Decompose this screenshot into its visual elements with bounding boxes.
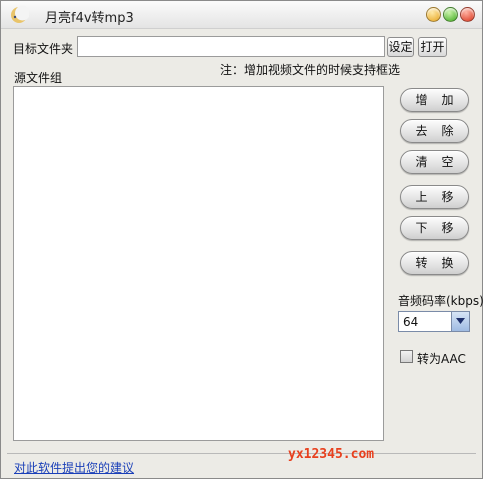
bitrate-label: 音频码率(kbps) <box>398 294 483 308</box>
bitrate-select[interactable]: 64 <box>398 311 470 332</box>
aac-checkbox[interactable] <box>400 350 413 363</box>
source-group-label: 源文件组 <box>14 71 63 85</box>
bitrate-value: 64 <box>403 315 419 329</box>
open-folder-button[interactable]: 打开 <box>418 37 447 57</box>
watermark-text: yx12345.com <box>288 447 375 462</box>
app-window: 月亮f4v转mp3 目标文件夹 设定 打开 注：增加视频文件的时候支持框选 源文… <box>0 0 483 479</box>
close-button[interactable] <box>460 7 475 22</box>
move-up-button[interactable]: 上移 <box>400 185 469 209</box>
add-button[interactable]: 增加 <box>400 88 469 112</box>
chevron-down-icon[interactable] <box>451 312 469 331</box>
aac-label: 转为AAC <box>417 352 466 366</box>
maximize-button[interactable] <box>443 7 458 22</box>
minimize-button[interactable] <box>426 7 441 22</box>
target-folder-input[interactable] <box>77 36 385 57</box>
target-folder-label: 目标文件夹 <box>13 42 74 56</box>
move-down-button[interactable]: 下移 <box>400 216 469 240</box>
note-text: 注：增加视频文件的时候支持框选 <box>220 63 401 77</box>
remove-button[interactable]: 去除 <box>400 119 469 143</box>
window-title: 月亮f4v转mp3 <box>45 11 134 26</box>
footer-divider <box>7 453 476 454</box>
source-file-list[interactable] <box>13 86 384 441</box>
set-folder-button[interactable]: 设定 <box>387 37 414 57</box>
title-bar[interactable]: 月亮f4v转mp3 <box>1 1 482 29</box>
moon-icon <box>9 5 30 25</box>
suggestion-link[interactable]: 对此软件提出您的建议 <box>14 459 134 476</box>
clear-button[interactable]: 清空 <box>400 150 469 174</box>
convert-button[interactable]: 转换 <box>400 251 469 275</box>
